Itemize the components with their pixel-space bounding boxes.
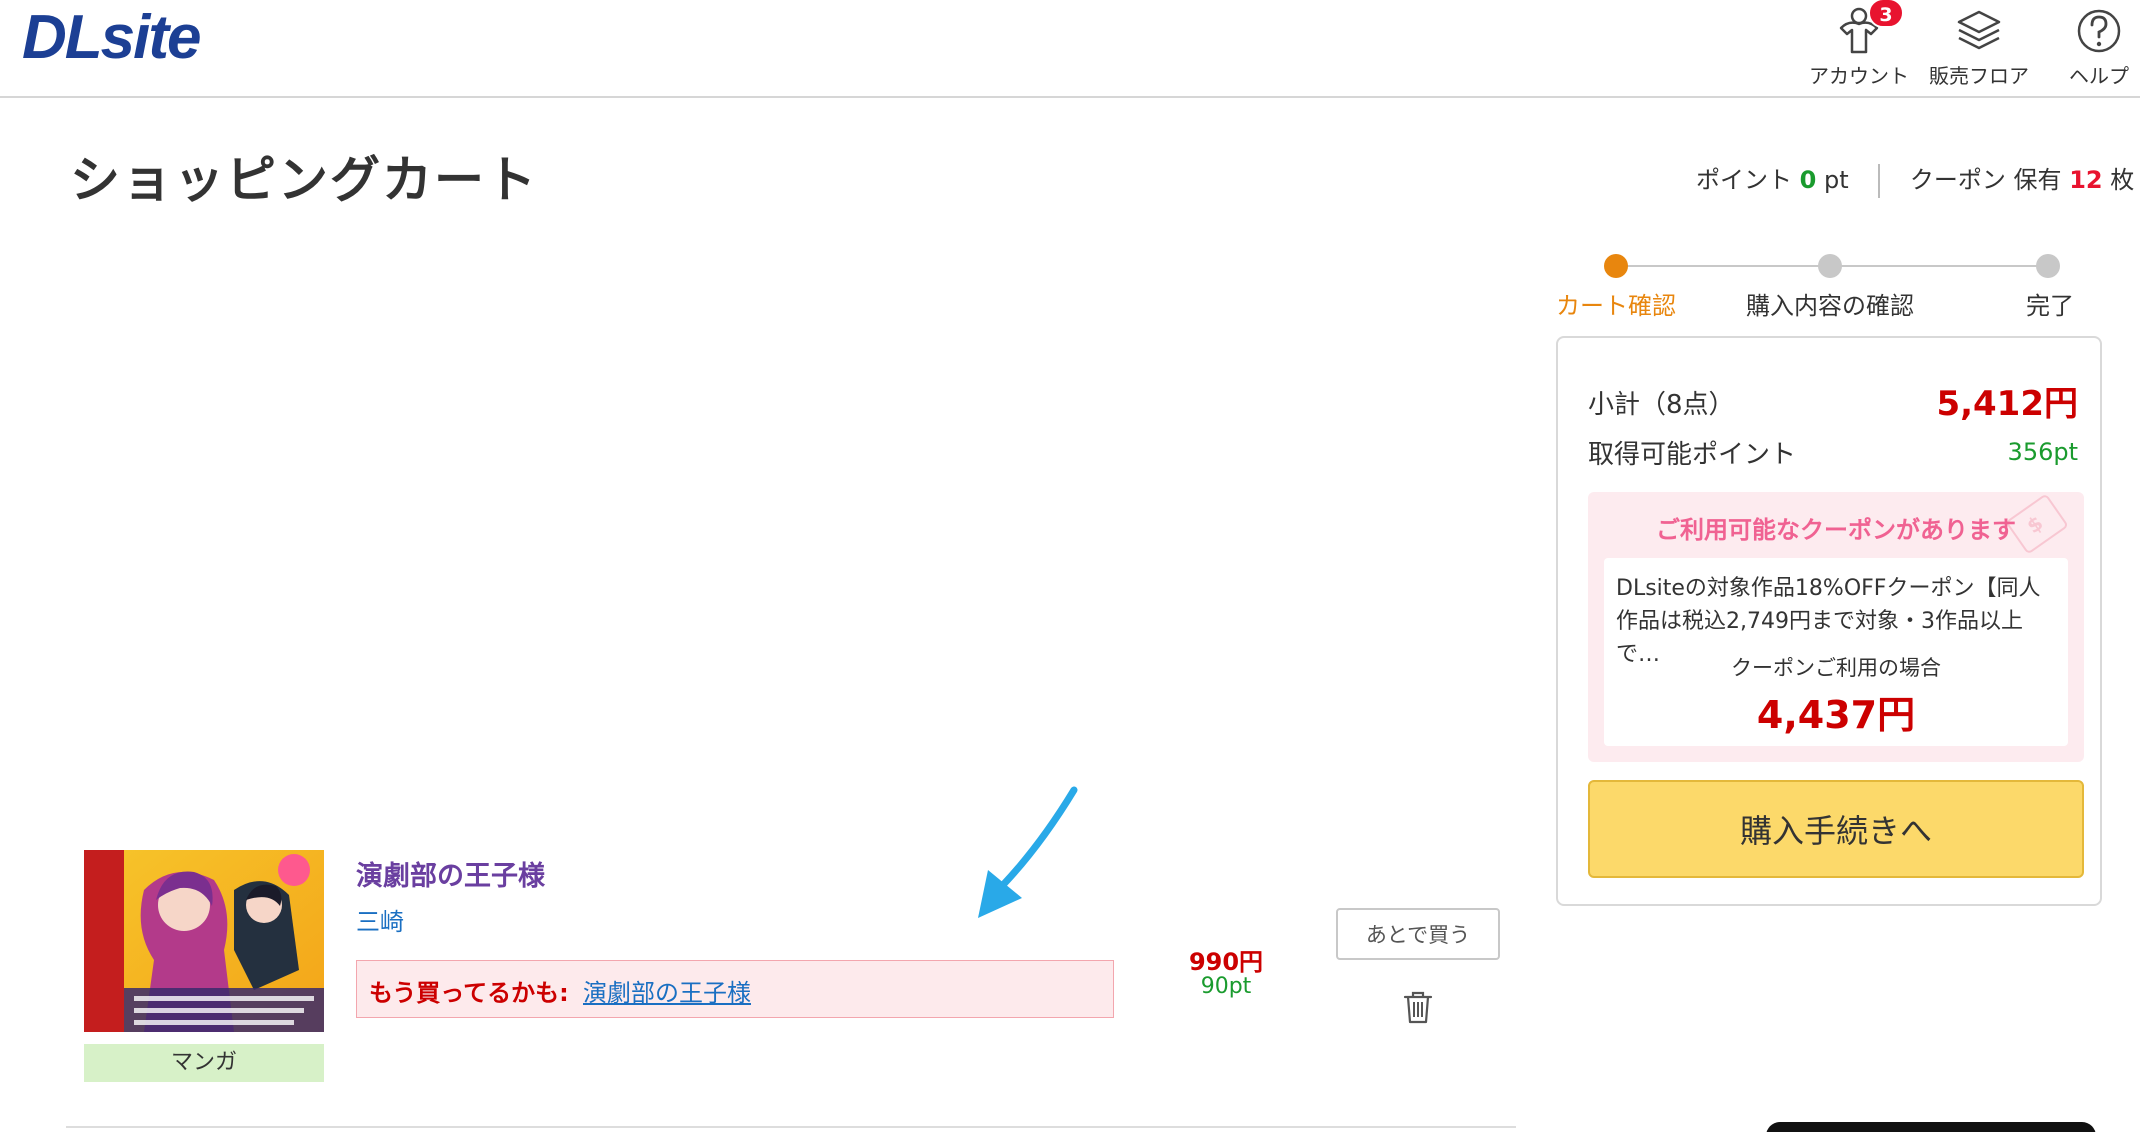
product-price: 990円 [1188,948,1264,976]
coupon-price: 4,437円 [1756,693,1916,737]
coupon-card[interactable]: DLsiteの対象作品18%OFFクーポン【同人作品は税込2,749円まで対象・… [1604,558,2068,746]
account-badge: 3 [1868,0,1904,28]
annotation-arrow [978,786,1078,918]
info-divider [1878,164,1881,198]
coupon-count[interactable]: 12 [2069,166,2102,194]
page-title: ショッピングカート [70,151,538,209]
site-header: DLsite 3 アカウント 販売フロア ヘルプ [0,0,2140,98]
product-title[interactable]: 演劇部の王子様 [356,854,545,893]
already-owned-label: もう買ってるかも: [369,979,569,1007]
checkout-stepper: カート確認 購入内容の確認 完了 [1556,252,2096,322]
coupon-note: クーポンご利用の場合 [1731,656,1941,680]
nav-help-label: ヘルプ [2069,64,2129,88]
subtotal-row: 小計（8点） 5,412円 [1588,384,2078,424]
coupon-panel[interactable]: $ ご利用可能なクーポンがあります DLsiteの対象作品18%OFFクーポン【… [1588,492,2084,762]
product-cover-image [84,850,324,1032]
order-summary: 小計（8点） 5,412円 取得可能ポイント 356pt $ ご利用可能なクーポ… [1556,336,2102,906]
points-value: 0 [1799,166,1817,194]
coupon-label[interactable]: クーポン 保有 [1910,166,2062,194]
product-points: 90pt [1200,974,1252,999]
trash-icon[interactable] [1402,990,1434,1024]
step-label-confirm: 購入内容の確認 [1746,292,1914,320]
product-thumbnail[interactable] [84,850,324,1032]
earn-points-value: 356pt [2007,438,2078,466]
coupon-heading: ご利用可能なクーポンがあります [1656,516,2016,544]
category-badge: マンガ [84,1044,324,1082]
step-label-cart: カート確認 [1556,292,1676,320]
earn-points-row: 取得可能ポイント 356pt [1588,434,2078,471]
coupon-unit: 枚 [2110,166,2135,194]
layers-icon [1957,10,2001,50]
nav-account[interactable]: 3 アカウント [1794,0,1924,92]
nav-account-label: アカウント [1809,64,1909,88]
item-divider [66,1126,1516,1128]
points-label: ポイント [1696,166,1792,194]
product-author[interactable]: 三崎 [356,902,404,937]
checkout-button[interactable]: 購入手続きへ [1588,780,2084,878]
floating-bar[interactable] [1766,1122,2096,1132]
earn-points-label: 取得可能ポイント [1588,440,1797,470]
step-label-complete: 完了 [2026,292,2074,320]
already-owned-link[interactable]: 演劇部の王子様 [583,973,751,1008]
points-coupon-info: ポイント 0 pt クーポン 保有 12 枚 [1696,160,2134,198]
subtotal-value: 5,412円 [1936,384,2078,424]
nav-help[interactable]: ヘルプ [2034,2,2140,92]
already-owned-notice: もう買ってるかも: 演劇部の王子様 [356,960,1114,1018]
points-unit: pt [1823,166,1849,194]
step-dot-complete [2036,254,2060,278]
buy-later-button[interactable]: あとで買う [1336,908,1500,960]
subtotal-label: 小計（8点） [1588,390,1735,420]
step-dot-cart [1604,254,1628,278]
help-icon [2077,9,2121,53]
nav-sales-floor[interactable]: 販売フロア [1914,2,2044,92]
dlsite-logo[interactable]: DLsite [22,2,201,73]
nav-sales-floor-label: 販売フロア [1929,64,2029,88]
step-dot-confirm [1818,254,1842,278]
